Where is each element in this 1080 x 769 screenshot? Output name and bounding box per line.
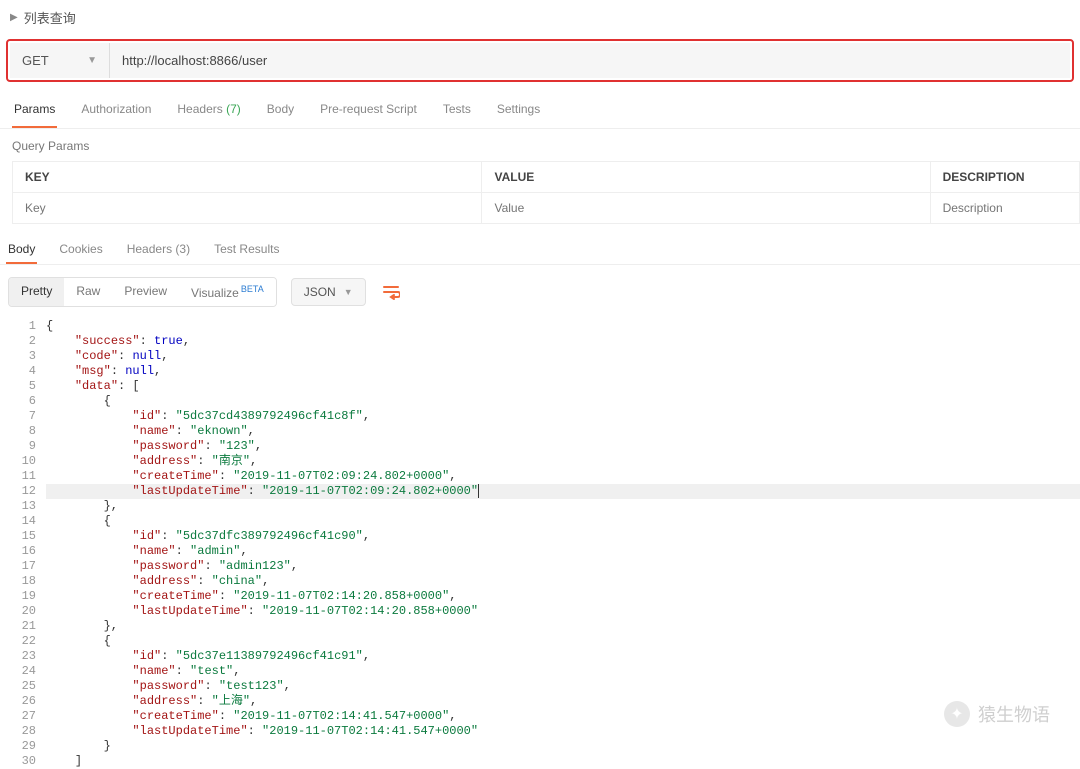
tab-params[interactable]: Params [12,92,57,128]
tab-headers-label: Headers [177,102,222,116]
value-input[interactable] [494,201,917,215]
request-tabs: Params Authorization Headers (7) Body Pr… [0,92,1080,129]
collection-title: 列表查询 [24,8,76,27]
http-method-value: GET [22,53,49,68]
chevron-down-icon: ▼ [87,55,97,66]
col-value: VALUE [482,162,930,193]
format-value: JSON [304,285,336,299]
wrap-lines-button[interactable] [376,278,406,306]
view-preview[interactable]: Preview [112,278,179,306]
http-method-select[interactable]: GET ▼ [10,43,110,78]
resp-tab-test-results[interactable]: Test Results [212,236,281,264]
tab-pre-request[interactable]: Pre-request Script [318,92,419,128]
col-description: DESCRIPTION [930,162,1079,193]
response-tabs: Body Cookies Headers (3) Test Results [0,224,1080,265]
resp-tab-headers[interactable]: Headers (3) [125,236,192,264]
resp-tab-body[interactable]: Body [6,236,37,264]
chevron-down-icon: ▼ [344,287,353,297]
resp-headers-count: (3) [175,242,190,256]
tab-settings[interactable]: Settings [495,92,542,128]
view-raw[interactable]: Raw [64,278,112,306]
description-input[interactable] [943,201,1067,215]
url-input[interactable] [110,43,1070,78]
expand-icon[interactable]: ▶ [10,12,18,23]
col-key: KEY [13,162,482,193]
format-select[interactable]: JSON ▼ [291,278,366,306]
tab-headers[interactable]: Headers (7) [175,92,242,128]
wechat-icon: ✦ [944,701,970,727]
table-row [13,193,1080,224]
resp-headers-label: Headers [127,242,172,256]
code-content[interactable]: { "success": true, "code": null, "msg": … [46,319,1080,769]
table-header-row: KEY VALUE DESCRIPTION [13,162,1080,193]
resp-tab-cookies[interactable]: Cookies [57,236,104,264]
request-url-bar: GET ▼ [6,39,1074,82]
watermark-text: 猿生物语 [978,701,1050,727]
query-params-table: KEY VALUE DESCRIPTION [12,161,1080,224]
key-input[interactable] [25,201,469,215]
collection-header: ▶ 列表查询 [0,0,1080,35]
view-pretty[interactable]: Pretty [9,278,64,306]
response-body[interactable]: 1234567891011121314151617181920212223242… [0,319,1080,769]
tab-headers-count: (7) [226,102,241,116]
response-toolbar: Pretty Raw Preview VisualizeBETA JSON ▼ [0,265,1080,319]
watermark: ✦ 猿生物语 [944,701,1050,727]
view-mode-group: Pretty Raw Preview VisualizeBETA [8,277,277,307]
beta-badge: BETA [241,284,264,294]
line-gutter: 1234567891011121314151617181920212223242… [0,319,46,769]
visualize-label: Visualize [191,286,239,300]
tab-tests[interactable]: Tests [441,92,473,128]
tab-authorization[interactable]: Authorization [79,92,153,128]
query-params-title: Query Params [0,129,1080,161]
view-visualize[interactable]: VisualizeBETA [179,278,276,306]
tab-body[interactable]: Body [265,92,296,128]
